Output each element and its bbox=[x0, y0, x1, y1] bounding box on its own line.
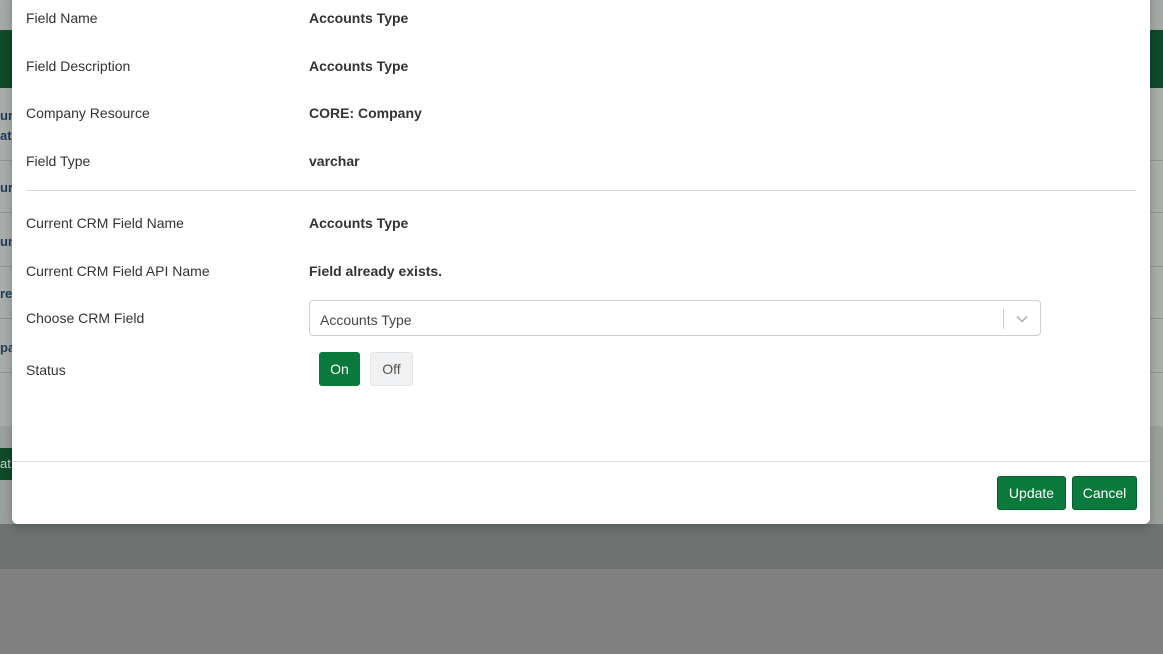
current-crm-api-name-row: Current CRM Field API Name Field already… bbox=[26, 263, 1136, 283]
current-crm-field-name-label: Current CRM Field Name bbox=[26, 215, 184, 231]
status-off-button[interactable]: Off bbox=[370, 352, 413, 386]
update-button[interactable]: Update bbox=[997, 476, 1066, 510]
company-resource-label: Company Resource bbox=[26, 105, 150, 121]
field-description-label: Field Description bbox=[26, 58, 131, 74]
select-separator bbox=[1003, 309, 1004, 329]
field-name-row: Field Name Accounts Type bbox=[26, 10, 1136, 30]
status-label: Status bbox=[26, 362, 66, 378]
company-resource-value: CORE: Company bbox=[309, 105, 422, 121]
field-name-value: Accounts Type bbox=[309, 10, 409, 26]
field-description-value: Accounts Type bbox=[309, 58, 409, 74]
current-crm-field-name-value: Accounts Type bbox=[309, 215, 409, 231]
field-type-value: varchar bbox=[309, 153, 360, 169]
crm-field-select[interactable]: Accounts Type bbox=[309, 300, 1041, 336]
section-divider bbox=[26, 190, 1136, 191]
status-row: Status bbox=[26, 362, 1136, 382]
current-crm-field-name-row: Current CRM Field Name Accounts Type bbox=[26, 215, 1136, 235]
field-description-row: Field Description Accounts Type bbox=[26, 58, 1136, 78]
company-resource-row: Company Resource CORE: Company bbox=[26, 105, 1136, 125]
choose-crm-field-label: Choose CRM Field bbox=[26, 310, 145, 326]
chevron-down-icon[interactable] bbox=[1014, 311, 1030, 327]
edit-field-modal: Field Name Accounts Type Field Descripti… bbox=[12, 0, 1150, 524]
crm-field-select-value: Accounts Type bbox=[320, 312, 412, 328]
current-crm-api-name-value: Field already exists. bbox=[309, 263, 443, 279]
field-type-row: Field Type varchar bbox=[26, 153, 1136, 173]
background-header-edge bbox=[1150, 30, 1163, 88]
field-type-label: Field Type bbox=[26, 153, 91, 169]
field-name-label: Field Name bbox=[26, 10, 98, 26]
modal-footer-divider bbox=[12, 461, 1150, 462]
status-on-button[interactable]: On bbox=[319, 352, 360, 386]
current-crm-api-name-label: Current CRM Field API Name bbox=[26, 263, 210, 279]
background-footer-band bbox=[0, 524, 1163, 569]
cancel-button[interactable]: Cancel bbox=[1072, 476, 1137, 510]
